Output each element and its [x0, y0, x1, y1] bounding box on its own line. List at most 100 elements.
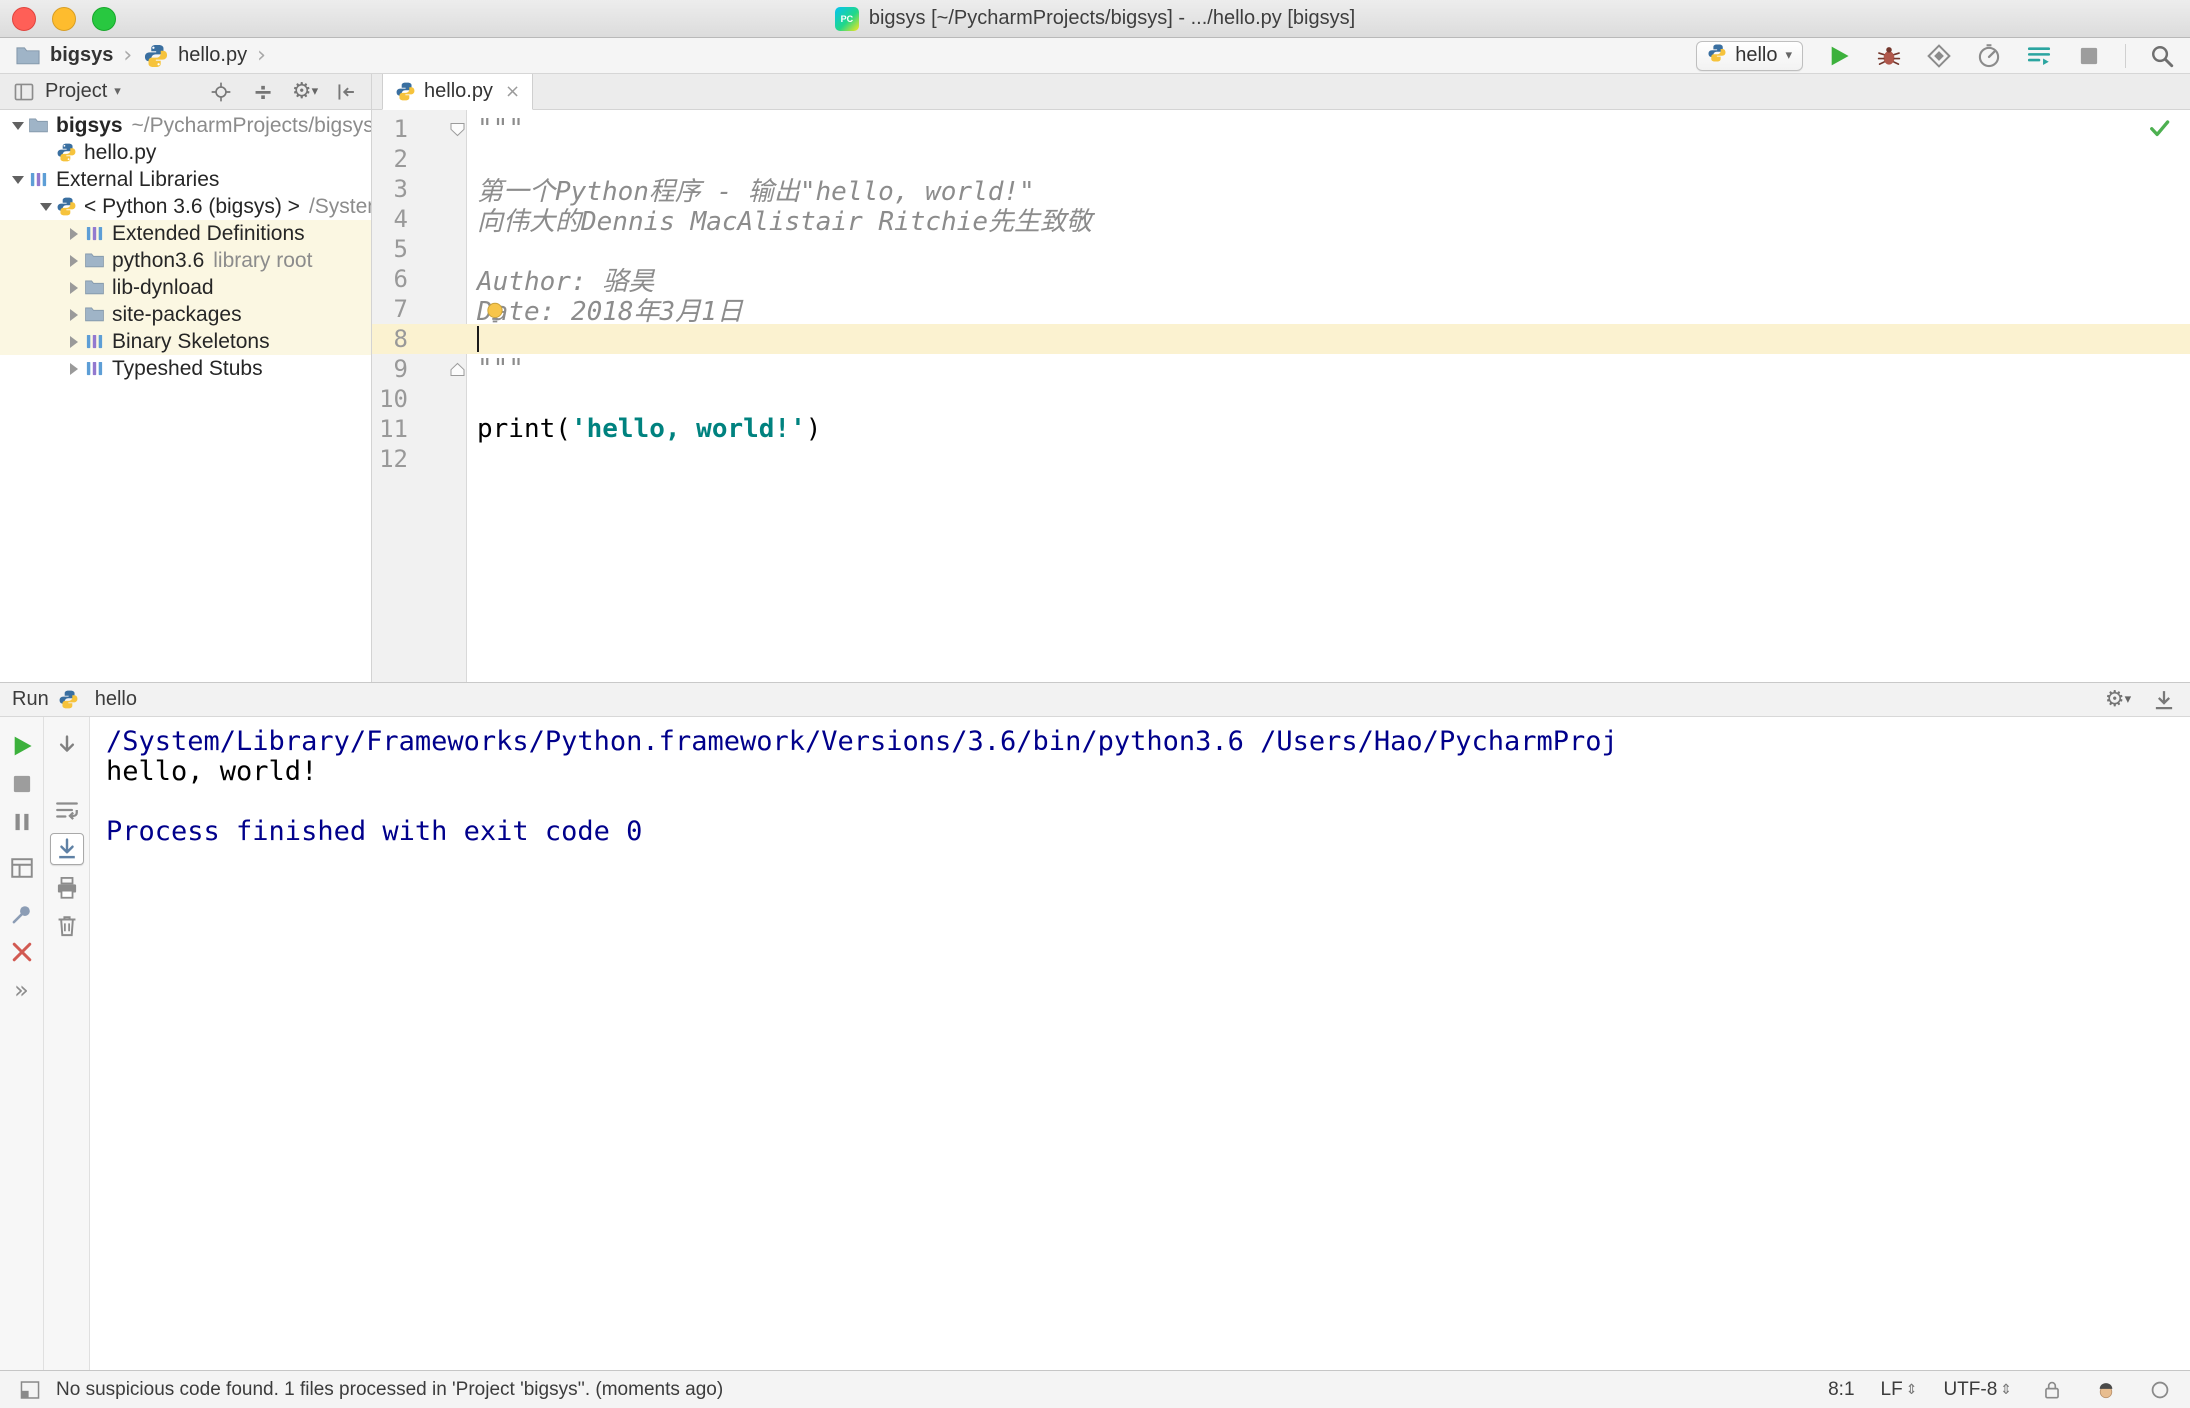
tab-hello-py[interactable]: hello.py × [382, 74, 534, 110]
run-config-selector[interactable]: hello ▾ [1696, 40, 1803, 71]
close-window-button[interactable] [12, 6, 36, 31]
encoding-selector[interactable]: UTF-8 ⇕ [1943, 1379, 2012, 1401]
breadcrumb-bigsys[interactable]: bigsys [50, 44, 113, 67]
more-actions-button[interactable]: » [7, 975, 37, 1005]
tree-item-python3-6[interactable]: python3.6 library root [0, 247, 371, 274]
lib-icon [84, 358, 105, 379]
coverage-button[interactable] [1925, 42, 1953, 70]
line-number[interactable]: 11 [372, 415, 408, 443]
fold-marker-icon[interactable] [408, 122, 467, 137]
code-line-3[interactable]: 3 第一个Python程序 - 输出"hello, world!" [372, 174, 2190, 207]
tree-collapsed-arrow-icon[interactable] [64, 336, 84, 348]
debug-button[interactable] [1875, 42, 1903, 70]
pin-tab-button[interactable] [7, 899, 37, 929]
tree-item-bigsys[interactable]: bigsys ~/PycharmProjects/bigsys [0, 112, 371, 139]
code-line-5[interactable]: 5 [372, 234, 2190, 264]
caret-position[interactable]: 8:1 [1828, 1379, 1854, 1401]
tree-item-typeshed-stubs[interactable]: Typeshed Stubs [0, 355, 371, 382]
line-number[interactable]: 5 [372, 235, 408, 263]
tree-expanded-arrow-icon[interactable] [8, 122, 28, 130]
tree-collapsed-arrow-icon[interactable] [64, 255, 84, 267]
tree-item-site-packages[interactable]: site-packages [0, 301, 371, 328]
line-number[interactable]: 1 [372, 115, 408, 143]
line-number[interactable]: 2 [372, 145, 408, 173]
stop-button[interactable] [2075, 42, 2103, 70]
inspections-profile-icon[interactable] [2092, 1376, 2120, 1404]
project-tree[interactable]: bigsys ~/PycharmProjects/bigsys hello.py Ex… [0, 110, 371, 682]
hide-panel-button[interactable] [2150, 686, 2178, 714]
tree-expanded-arrow-icon[interactable] [36, 203, 56, 211]
tree-collapsed-arrow-icon[interactable] [64, 363, 84, 375]
code-line-7[interactable]: 7 Date: 2018年3月1日 [372, 294, 2190, 327]
code-line-8[interactable]: 8 [372, 324, 2190, 354]
locate-file-button[interactable] [207, 78, 235, 106]
console-button[interactable] [2025, 42, 2053, 70]
search-everywhere-button[interactable] [2148, 42, 2176, 70]
token: ) [805, 414, 822, 444]
token: ( [555, 414, 571, 444]
chevron-down-icon[interactable]: ▾ [114, 84, 121, 99]
token: """ [477, 354, 524, 384]
stop-button[interactable] [7, 769, 37, 799]
down-stack-button[interactable] [52, 731, 82, 761]
code-editor[interactable]: 1 """ 2 3 第一个Python程序 - 输出"hello, world!" 4 向伟… [372, 110, 2190, 682]
clear-all-button[interactable] [52, 911, 82, 941]
project-panel-title[interactable]: Project [45, 80, 107, 103]
close-panel-button[interactable] [7, 937, 37, 967]
scroll-to-end-button[interactable] [49, 833, 84, 865]
code-line-10[interactable]: 10 [372, 384, 2190, 414]
readonly-lock-icon[interactable] [2038, 1376, 2066, 1404]
code-line-2[interactable]: 2 [372, 144, 2190, 174]
fold-marker-icon[interactable] [408, 362, 467, 377]
toolbar-separator [2125, 43, 2126, 68]
run-button[interactable] [1825, 42, 1853, 70]
code-line-4[interactable]: 4 向伟大的Dennis MacAlistair Ritchie先生致敬 [372, 204, 2190, 237]
rerun-button[interactable] [7, 731, 37, 761]
tree-expanded-arrow-icon[interactable] [8, 176, 28, 184]
tree-item-python-3-6-bigsys[interactable]: < Python 3.6 (bigsys) > /System [0, 193, 371, 220]
code-line-9[interactable]: 9 """ [372, 354, 2190, 384]
soft-wrap-button[interactable] [52, 795, 82, 825]
inspections-ok-icon[interactable] [2148, 116, 2172, 147]
line-number[interactable]: 7 [372, 295, 408, 323]
collapse-all-button[interactable]: ÷ [249, 78, 277, 106]
minimize-window-button[interactable] [52, 6, 76, 31]
toolwindow-switcher-icon[interactable] [16, 1376, 44, 1404]
tree-item-external-libraries[interactable]: External Libraries [0, 166, 371, 193]
console-output[interactable]: /System/Library/Frameworks/Python.framew… [90, 717, 2190, 1370]
profiler-button[interactable] [1975, 42, 2003, 70]
tree-collapsed-arrow-icon[interactable] [64, 309, 84, 321]
line-number[interactable]: 4 [372, 205, 408, 233]
line-number[interactable]: 3 [372, 175, 408, 203]
tree-item-hello-py[interactable]: hello.py [0, 139, 371, 166]
tree-collapsed-arrow-icon[interactable] [64, 228, 84, 240]
tree-item-lib-dynload[interactable]: lib-dynload [0, 274, 371, 301]
line-separator-selector[interactable]: LF ⇕ [1881, 1379, 1918, 1401]
settings-gear-button[interactable]: ⚙ ▾ [2104, 686, 2132, 714]
line-number[interactable]: 6 [372, 265, 408, 293]
code-line-12[interactable]: 12 [372, 444, 2190, 474]
line-number[interactable]: 12 [372, 445, 408, 473]
tree-item-binary-skeletons[interactable]: Binary Skeletons [0, 328, 371, 355]
restore-layout-button[interactable] [7, 853, 37, 883]
token: 'hello, world!' [570, 414, 806, 444]
code-line-1[interactable]: 1 """ [372, 114, 2190, 144]
tree-collapsed-arrow-icon[interactable] [64, 282, 84, 294]
run-panel-title[interactable]: Run [12, 688, 49, 711]
settings-gear-button[interactable]: ⚙ ▾ [291, 78, 319, 106]
line-number[interactable]: 8 [372, 325, 408, 353]
code-line-6[interactable]: 6 Author: 骆昊 [372, 264, 2190, 297]
line-number[interactable]: 9 [372, 355, 408, 383]
code-line-11[interactable]: 11 print('hello, world!') [372, 414, 2190, 444]
tree-item-annotation: ~/PycharmProjects/bigsys [131, 113, 371, 137]
close-tab-icon[interactable]: × [505, 81, 520, 102]
folder-icon [14, 42, 42, 70]
breadcrumb-hello-py[interactable]: hello.py [178, 44, 247, 67]
print-button[interactable] [52, 873, 82, 903]
tree-item-extended-definitions[interactable]: Extended Definitions [0, 220, 371, 247]
zoom-window-button[interactable] [92, 6, 116, 31]
pause-output-button[interactable] [7, 807, 37, 837]
intention-bulb-icon[interactable] [482, 300, 508, 333]
hide-panel-button[interactable] [333, 78, 361, 106]
line-number[interactable]: 10 [372, 385, 408, 413]
